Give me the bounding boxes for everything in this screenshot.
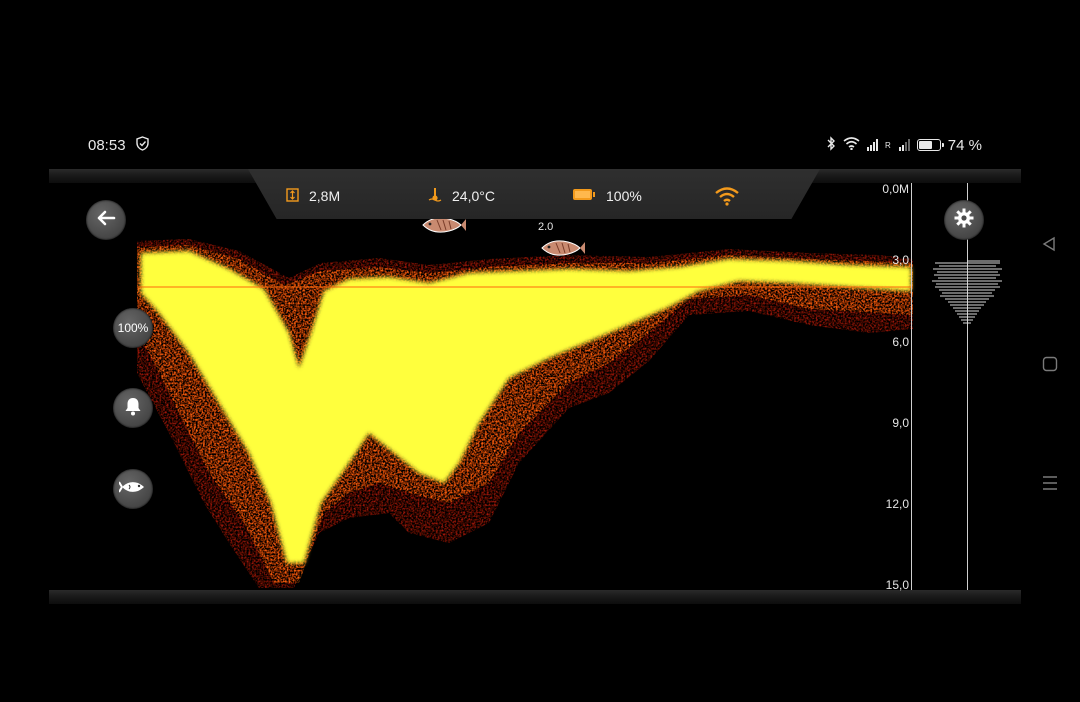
back-arrow-icon [96,210,116,231]
status-time: 08:53 [88,136,126,154]
settings-button[interactable] [944,200,984,240]
nav-menu-icon[interactable] [1042,475,1058,496]
sensitivity-value: 100% [117,321,149,335]
depth-readout: 2,8M [286,185,340,207]
echo-intensity-histogram [932,260,1002,324]
depth-value: 2,8M [309,188,341,204]
nav-back-icon[interactable] [1041,236,1057,257]
device-battery-readout: 100% [572,185,642,207]
fish-depth-label: 2.0 [538,221,554,233]
depth-label-top: 0,0M [882,182,909,196]
depth-label: 3,0 [892,253,909,267]
device-battery-icon [572,188,596,204]
nav-home-icon[interactable] [1042,356,1058,377]
status-bar-left: 08:53 [88,135,149,155]
battery-icon [916,139,944,151]
depth-histogram-axis [967,183,968,590]
alarm-button[interactable] [113,388,153,428]
fish-marker[interactable] [538,237,586,264]
bluetooth-icon [826,135,836,155]
fish-id-button[interactable] [113,469,153,509]
temperature-readout: 24,0°C [428,185,495,207]
back-button[interactable] [86,200,126,240]
signal-icon [867,139,879,151]
sensitivity-button[interactable]: 100% [113,308,153,348]
depth-label: 6,0 [892,335,909,349]
battery-percent: 74 % [947,136,982,154]
fish-icon [118,479,147,500]
bell-icon [124,396,142,421]
depth-label: 12,0 [885,497,909,511]
depth-icon [286,187,299,205]
status-bar-right: R 74 % [826,135,982,155]
depth-label: 15,0 [885,578,909,592]
device-battery-value: 100% [606,188,642,204]
roaming-indicator: R [885,140,891,150]
wifi-icon [843,136,860,154]
vpn-shield-icon [135,135,149,155]
wifi-connection-icon[interactable] [714,185,740,207]
thermometer-icon [428,187,442,205]
depth-label: 9,0 [892,416,909,430]
sonar-echo-display [137,239,913,588]
gear-icon [954,208,974,233]
temperature-value: 24,0°C [452,188,495,204]
signal-icon-sim2 [898,139,910,151]
sonar-bottom-rail [49,590,1021,604]
depth-scale-line [911,183,912,590]
